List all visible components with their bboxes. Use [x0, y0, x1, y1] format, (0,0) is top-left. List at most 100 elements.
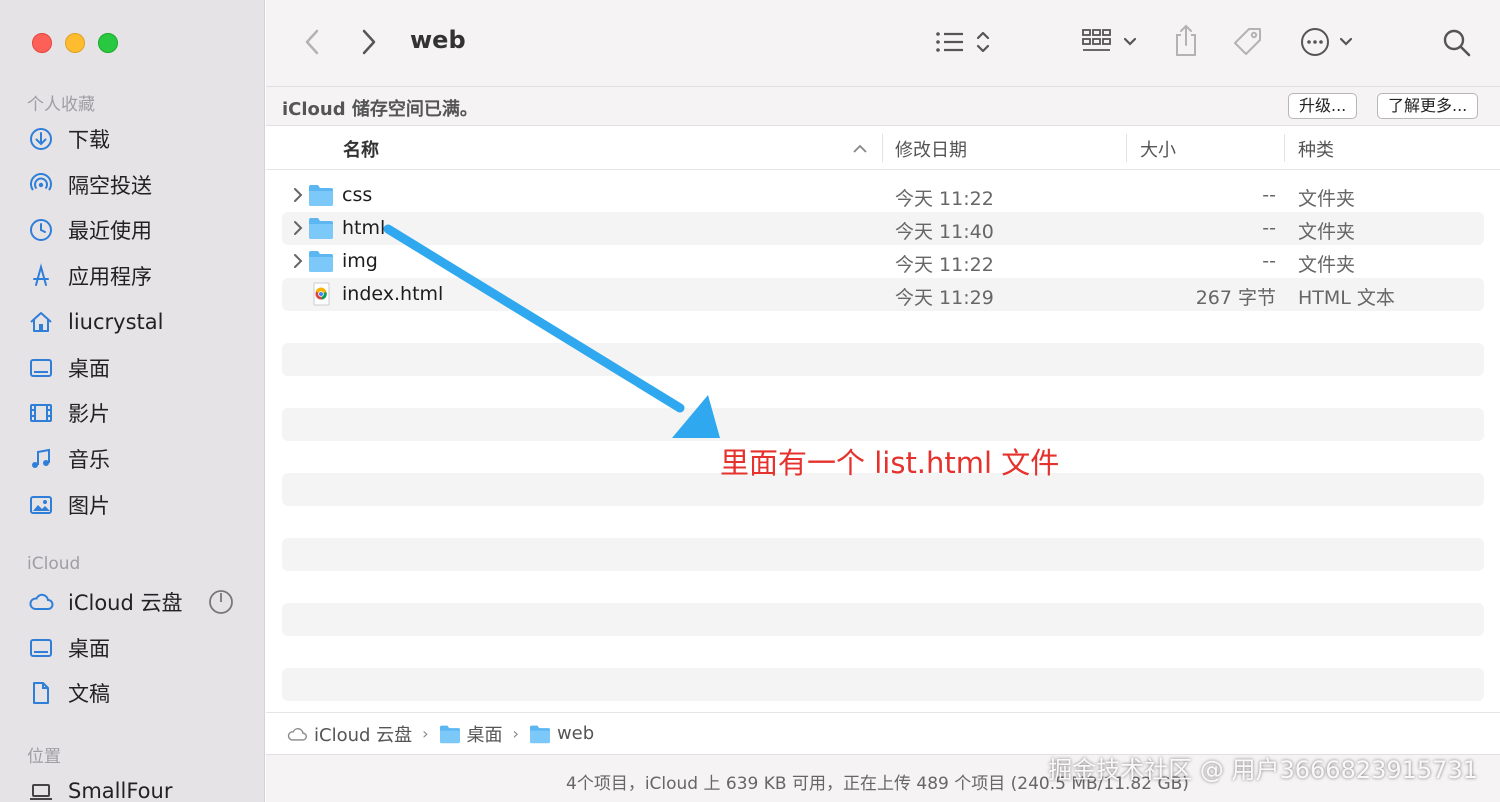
group-button[interactable]: [1080, 26, 1142, 58]
file-date: 今天 11:29: [895, 287, 994, 309]
tag-icon: [1234, 28, 1261, 55]
file-size: --: [1262, 184, 1276, 206]
path-item-icloud-drive[interactable]: iCloud 云盘: [286, 721, 412, 747]
sidebar-item-airdrop[interactable]: 隔空投送: [28, 167, 152, 203]
icloud-sync-progress-icon: [209, 590, 233, 614]
more-actions-button[interactable]: [1298, 24, 1360, 60]
file-size: --: [1262, 250, 1276, 272]
file-row[interactable]: index.html 今天 11:29 267 字节 HTML 文本: [282, 278, 1484, 311]
empty-row: [282, 343, 1484, 376]
sidebar-item-pictures[interactable]: 图片: [28, 487, 110, 523]
sidebar-item-label: liucrystal: [68, 310, 164, 334]
sidebar-item-recents[interactable]: 最近使用: [28, 212, 152, 248]
search-button[interactable]: [1440, 26, 1474, 60]
chevron-left-icon: [305, 29, 319, 55]
file-date: 今天 11:40: [895, 221, 994, 243]
cloud-icon: [28, 589, 54, 615]
sidebar-item-music[interactable]: 音乐: [28, 441, 110, 477]
close-window-button[interactable]: [32, 33, 52, 53]
sidebar-item-home[interactable]: liucrystal: [28, 304, 163, 340]
annotation-text: 里面有一个 list.html 文件: [720, 446, 1060, 480]
upgrade-button[interactable]: 升级...: [1288, 93, 1358, 119]
file-row[interactable]: html 今天 11:40 -- 文件夹: [282, 212, 1484, 245]
icloud-storage-banner: iCloud 储存空间已满。 升级... 了解更多...: [266, 86, 1500, 126]
file-size: 267 字节: [1195, 287, 1276, 309]
photo-icon: [28, 492, 54, 518]
sidebar-item-icloud-desktop[interactable]: 桌面: [28, 630, 110, 666]
sort-ascending-icon: [853, 144, 867, 153]
path-item-label: web: [556, 723, 595, 744]
column-header: 名称 修改日期 大小 种类: [266, 126, 1500, 170]
learn-more-button[interactable]: 了解更多...: [1377, 93, 1479, 119]
disclosure-chevron-icon[interactable]: [288, 251, 308, 271]
watermark: 掘金技术社区 @ 用户3666823915731: [1048, 756, 1478, 784]
sidebar-item-applications[interactable]: 应用程序: [28, 258, 152, 294]
back-button[interactable]: [298, 26, 326, 58]
sidebar-item-label: 文稿: [68, 682, 110, 706]
file-row[interactable]: css 今天 11:22 -- 文件夹: [282, 179, 1484, 212]
sidebar-item-documents[interactable]: 文稿: [28, 675, 110, 711]
column-name-header[interactable]: 名称: [343, 136, 379, 162]
sidebar-item-label: 影片: [68, 402, 110, 426]
laptop-icon: [28, 778, 54, 802]
search-icon: [1443, 29, 1471, 57]
airdrop-icon: [28, 172, 54, 198]
file-name: img: [342, 250, 378, 272]
sidebar-item-label: 最近使用: [68, 219, 152, 243]
sidebar-item-movies[interactable]: 影片: [28, 395, 110, 431]
column-size-header[interactable]: 大小: [1140, 136, 1176, 162]
empty-row: [282, 603, 1484, 636]
sidebar-item-label: 图片: [68, 494, 110, 518]
file-name: index.html: [342, 283, 444, 305]
sidebar-item-label: 隔空投送: [68, 174, 152, 198]
clock-icon: [28, 217, 54, 243]
sidebar-item-smallfour[interactable]: SmallFour: [28, 773, 172, 802]
film-icon: [28, 400, 54, 426]
ellipsis-circle-icon: [1301, 28, 1353, 56]
forward-button[interactable]: [355, 26, 383, 58]
tag-button[interactable]: [1230, 24, 1266, 60]
sidebar-item-downloads[interactable]: 下载: [28, 121, 110, 157]
html-file-icon: [313, 282, 330, 306]
file-size: --: [1262, 217, 1276, 239]
path-separator: ›: [422, 724, 429, 743]
favorites-section-title: 个人收藏: [27, 95, 95, 115]
file-date: 今天 11:22: [895, 254, 994, 276]
home-icon: [28, 309, 54, 335]
file-name: html: [342, 217, 386, 239]
applications-icon: [28, 263, 54, 289]
sidebar-item-icloud-drive[interactable]: iCloud 云盘: [28, 584, 183, 620]
path-item-desktop[interactable]: 桌面: [439, 721, 503, 747]
sidebar-item-label: 应用程序: [68, 265, 152, 289]
window-title: web: [410, 26, 466, 54]
file-kind: 文件夹: [1298, 254, 1356, 276]
folder-icon: [309, 185, 333, 206]
sidebar-item-label: 桌面: [68, 357, 110, 381]
minimize-window-button[interactable]: [65, 33, 85, 53]
path-item-web[interactable]: web: [529, 723, 594, 744]
file-name: css: [342, 184, 373, 206]
grid-icon: [1082, 29, 1137, 51]
empty-row: [282, 538, 1484, 571]
fullscreen-window-button[interactable]: [98, 33, 118, 53]
banner-message: iCloud 储存空间已满。: [282, 99, 478, 120]
sidebar-item-label: 下载: [68, 128, 110, 152]
sidebar-item-desktop[interactable]: 桌面: [28, 350, 110, 386]
column-kind-header[interactable]: 种类: [1298, 136, 1334, 162]
empty-row: [282, 408, 1484, 441]
icloud-section-title: iCloud: [27, 554, 81, 574]
cloud-icon: [287, 727, 307, 741]
disclosure-chevron-icon[interactable]: [288, 218, 308, 238]
file-row[interactable]: img 今天 11:22 -- 文件夹: [282, 245, 1484, 278]
music-icon: [28, 446, 54, 472]
empty-row: [282, 668, 1484, 701]
path-item-label: 桌面: [466, 724, 503, 746]
column-date-header[interactable]: 修改日期: [895, 136, 967, 162]
window-controls: [32, 33, 118, 53]
share-button[interactable]: [1170, 22, 1202, 60]
folder-icon: [309, 251, 333, 272]
view-options-button[interactable]: [932, 26, 994, 58]
file-date: 今天 11:22: [895, 188, 994, 210]
disclosure-chevron-icon[interactable]: [288, 185, 308, 205]
sidebar: 个人收藏 下载 隔空投送 最近使用 应用程序 liucrystal 桌面 影片 …: [0, 0, 265, 802]
